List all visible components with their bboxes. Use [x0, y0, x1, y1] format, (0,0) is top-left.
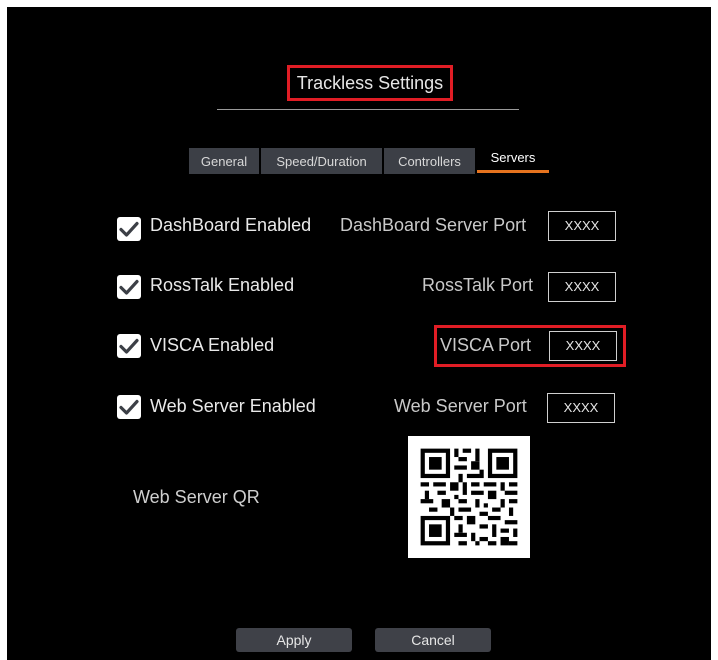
visca-enabled-checkbox[interactable] [117, 334, 141, 358]
tab-servers[interactable]: Servers [477, 147, 549, 173]
checkmark-icon [119, 279, 139, 295]
dashboard-port-input[interactable]: XXXX [548, 211, 616, 241]
dashboard-enabled-checkbox[interactable] [117, 217, 141, 241]
tab-general[interactable]: General [189, 148, 259, 174]
settings-dialog: Trackless Settings General Speed/Duratio… [7, 7, 711, 660]
rosstalk-enabled-checkbox[interactable] [117, 275, 141, 299]
dashboard-port-label: DashBoard Server Port [340, 215, 527, 235]
apply-button[interactable]: Apply [236, 628, 352, 652]
tab-controllers[interactable]: Controllers [384, 148, 475, 174]
qr-code-icon [408, 436, 530, 558]
web-server-qr-label: Web Server QR [133, 487, 260, 507]
visca-port-input[interactable]: XXXX [549, 331, 617, 361]
visca-port-label: VISCA Port [440, 335, 532, 355]
web-server-enabled-label: Web Server Enabled [150, 396, 316, 416]
web-server-port-label: Web Server Port [394, 396, 527, 416]
dialog-title: Trackless Settings [287, 65, 453, 101]
web-server-port-input[interactable]: XXXX [547, 393, 615, 423]
rosstalk-port-input[interactable]: XXXX [548, 272, 616, 302]
cancel-button[interactable]: Cancel [375, 628, 491, 652]
tab-speed-duration[interactable]: Speed/Duration [261, 148, 382, 174]
rosstalk-enabled-label: RossTalk Enabled [150, 275, 295, 295]
checkmark-icon [119, 399, 139, 415]
visca-enabled-label: VISCA Enabled [150, 335, 275, 355]
rosstalk-port-label: RossTalk Port [422, 275, 534, 295]
web-server-enabled-checkbox[interactable] [117, 395, 141, 419]
checkmark-icon [119, 338, 139, 354]
dashboard-enabled-label: DashBoard Enabled [150, 215, 312, 235]
title-divider [217, 109, 519, 110]
web-server-qr-code [408, 436, 530, 558]
checkmark-icon [119, 221, 139, 237]
